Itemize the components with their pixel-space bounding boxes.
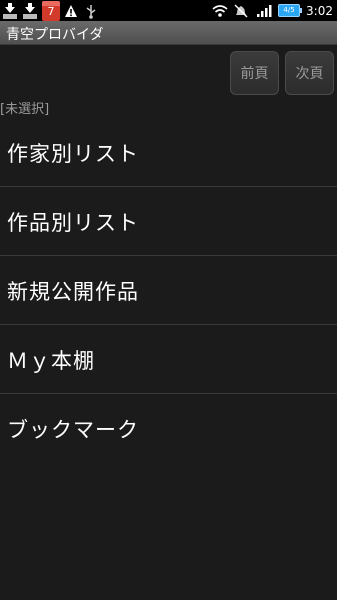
usb-icon (84, 3, 100, 19)
menu-item-my-bookshelf[interactable]: Ｍｙ本棚 (0, 325, 337, 394)
warning-icon (64, 3, 80, 19)
menu-item-new-works[interactable]: 新規公開作品 (0, 256, 337, 325)
battery-text: 4/5 (283, 6, 295, 14)
download-icon (22, 2, 38, 20)
menu-item-authors[interactable]: 作家別リスト (0, 118, 337, 187)
title-bar: 青空プロバイダ (0, 21, 337, 45)
menu-item-label: 作品別リスト (7, 211, 139, 235)
download-icon (2, 2, 18, 20)
app-title: 青空プロバイダ (6, 27, 104, 43)
menu-item-label: Ｍｙ本棚 (7, 349, 95, 373)
status-time: 3:02 (306, 3, 333, 18)
status-bar: 7 4/5 3:02 (0, 0, 337, 21)
calendar-icon: 7 (42, 1, 60, 21)
silent-icon (234, 3, 250, 19)
wifi-icon (212, 3, 228, 19)
selection-label: [未選択] (0, 102, 50, 117)
menu-item-label: 作家別リスト (7, 142, 139, 166)
menu-item-bookmarks[interactable]: ブックマーク (0, 394, 337, 462)
menu-list: 作家別リスト 作品別リスト 新規公開作品 Ｍｙ本棚 ブックマーク (0, 118, 337, 462)
calendar-badge-number: 7 (47, 5, 55, 18)
prev-page-button[interactable]: 前頁 (230, 51, 279, 95)
menu-item-works[interactable]: 作品別リスト (0, 187, 337, 256)
battery-icon: 4/5 (278, 4, 303, 17)
menu-item-label: ブックマーク (7, 418, 139, 442)
signal-icon (256, 3, 272, 19)
menu-item-label: 新規公開作品 (7, 280, 139, 304)
next-page-button[interactable]: 次頁 (285, 51, 334, 95)
